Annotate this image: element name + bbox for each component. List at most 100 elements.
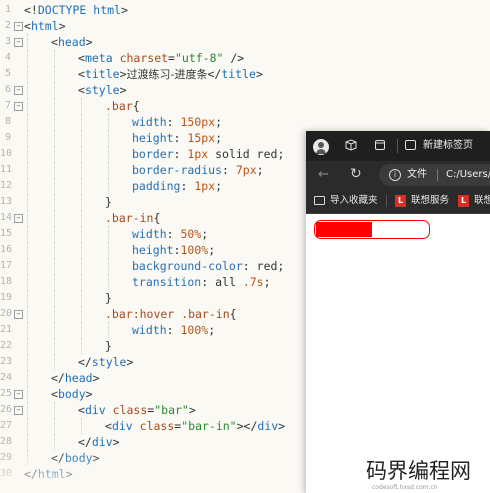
indent-guide (27, 66, 28, 82)
code-token: red (256, 259, 278, 273)
line-number: 24 (0, 372, 13, 383)
bookmark-label: 导入收藏夹 (330, 195, 378, 206)
progress-bar[interactable] (314, 220, 430, 239)
code-token: div (111, 419, 133, 433)
indent-guide (54, 50, 55, 66)
line-number: 8 (4, 116, 11, 127)
line-number: 22 (0, 340, 13, 351)
code-line[interactable]: 7− .bar{ (0, 98, 490, 114)
indent-guide (81, 210, 82, 226)
code-line[interactable]: 2− <html> (0, 18, 490, 34)
info-icon[interactable]: i (389, 169, 401, 181)
code-token: solid red (208, 147, 278, 161)
indent-guide (27, 242, 28, 258)
browser-toolbar: ← ↻ i 文件 C:/Users/ (306, 161, 490, 189)
line-number: 14 (0, 212, 13, 223)
back-arrow-icon[interactable]: ← (318, 167, 329, 182)
indent-guide (81, 290, 82, 306)
fold-toggle-icon[interactable]: − (14, 38, 23, 47)
code-text: <div class="bar-in"></div> (105, 418, 285, 434)
indent-guide (27, 402, 28, 418)
code-text: <head> (51, 34, 93, 50)
code-line[interactable]: 4 <meta charset="utf-8" /> (0, 50, 490, 66)
indent-guide (81, 274, 82, 290)
code-text: padding: 1px; (132, 178, 222, 194)
address-divider (437, 169, 438, 181)
reload-icon[interactable]: ↻ (350, 166, 362, 182)
code-token: ; (201, 227, 209, 241)
code-text: } (105, 338, 112, 354)
code-text: .bar{ (105, 98, 140, 114)
line-number: 10 (0, 148, 13, 159)
indent-guide (54, 290, 55, 306)
code-token: 150px (180, 115, 216, 129)
bookmark-label: 联想服务 (411, 195, 450, 206)
profile-avatar-icon[interactable] (313, 139, 329, 155)
indent-guide (27, 322, 28, 338)
fold-toggle-icon[interactable]: − (14, 214, 23, 223)
indent-guide (81, 194, 82, 210)
code-token: ; (277, 147, 285, 161)
fold-toggle-icon[interactable]: − (14, 102, 23, 111)
address-bar[interactable]: i 文件 C:/Users/ (379, 164, 490, 186)
indent-guide (54, 146, 55, 162)
tab-actions-icon[interactable] (374, 139, 386, 151)
code-text: <!DOCTYPE html> (24, 2, 128, 18)
line-number: 11 (0, 164, 13, 175)
indent-guide (27, 146, 28, 162)
code-line[interactable]: 5 <title>过渡练习-进度条</title> (0, 66, 490, 82)
indent-guide (27, 258, 28, 274)
code-token: ; (277, 259, 285, 273)
code-text: .bar-in{ (105, 210, 160, 226)
fold-toggle-icon[interactable]: − (14, 310, 23, 319)
fold-toggle-icon[interactable]: − (14, 390, 23, 399)
fold-toggle-icon[interactable]: − (14, 22, 23, 31)
indent-guide (81, 306, 82, 322)
browser-title-bar: 新建标签页 (306, 131, 490, 161)
code-token: style (84, 83, 120, 97)
indent-guide (81, 418, 82, 434)
address-url[interactable]: C:/Users/ (446, 168, 490, 182)
indent-guide (54, 354, 55, 370)
code-token: class (139, 419, 175, 433)
indent-guide (54, 258, 55, 274)
line-number: 7 (4, 100, 11, 111)
fold-toggle-icon[interactable]: − (14, 86, 23, 95)
indent-guide (54, 338, 55, 354)
code-text: width: 150px; (132, 114, 222, 130)
line-number: 28 (0, 436, 13, 447)
tab-title[interactable]: 新建标签页 (423, 139, 473, 153)
indent-guide (27, 178, 28, 194)
indent-guide (27, 98, 28, 114)
code-token: all (215, 275, 243, 289)
indent-guide (54, 66, 55, 82)
indent-guide (54, 226, 55, 242)
code-text: height:100%; (132, 242, 215, 258)
line-number: 27 (0, 420, 13, 431)
code-line[interactable]: 8 width: 150px; (0, 114, 490, 130)
line-number: 18 (0, 276, 13, 287)
code-token: > (255, 67, 263, 81)
code-token: < (24, 19, 31, 33)
indent-guide (27, 370, 28, 386)
code-text: width: 100%; (132, 322, 215, 338)
code-line[interactable]: 3− <head> (0, 34, 490, 50)
code-token: } (105, 195, 112, 209)
code-token: .bar (105, 99, 133, 113)
code-token: width (132, 227, 167, 241)
indent-guide (54, 434, 55, 450)
code-token: < (78, 403, 85, 417)
line-number: 16 (0, 244, 13, 255)
fold-toggle-icon[interactable]: − (14, 406, 23, 415)
code-text: height: 15px; (132, 130, 222, 146)
indent-guide (108, 114, 109, 130)
code-token: : (180, 179, 195, 193)
indent-guide (54, 418, 55, 434)
code-token: border (132, 147, 174, 161)
line-number: 3 (4, 36, 11, 47)
lenovo-logo-icon: L (458, 195, 469, 207)
code-line[interactable]: 6− <style> (0, 82, 490, 98)
code-line[interactable]: 1 <!DOCTYPE html> (0, 2, 490, 18)
code-token: : (242, 259, 257, 273)
collections-icon[interactable] (345, 139, 357, 151)
